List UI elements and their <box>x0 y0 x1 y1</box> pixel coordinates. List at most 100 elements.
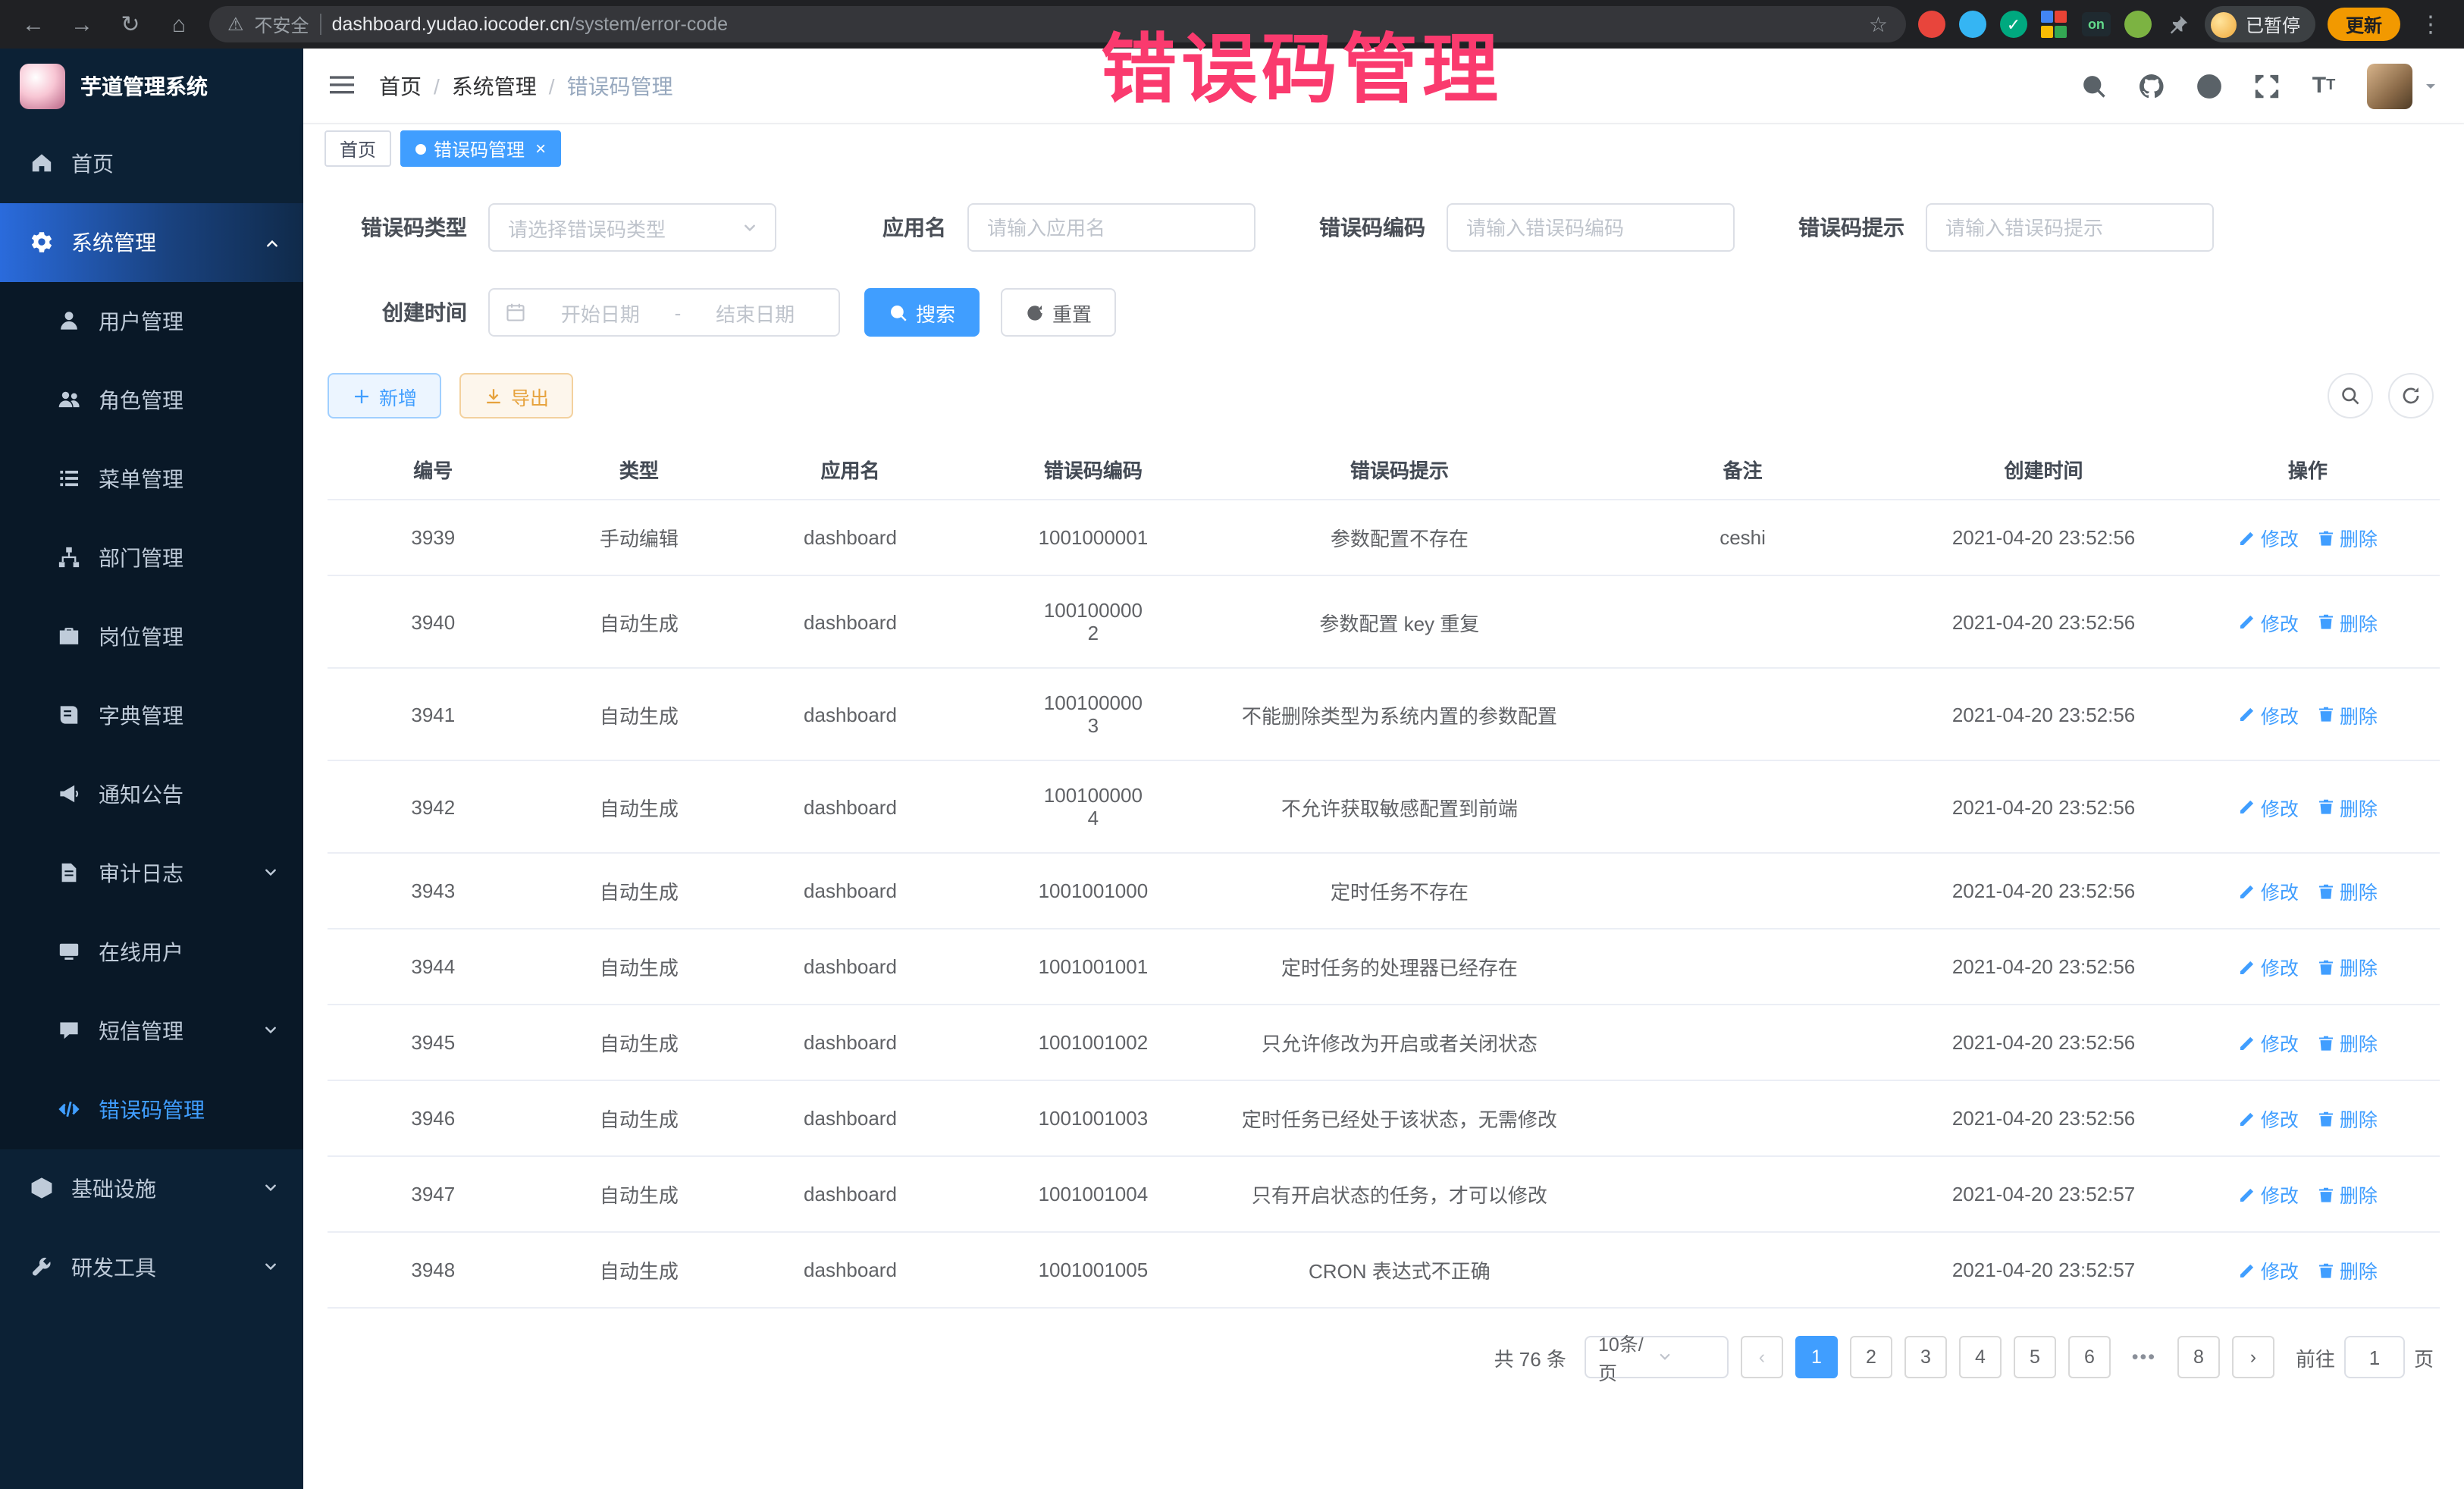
page-size-select[interactable]: 10条/页 <box>1585 1336 1729 1378</box>
back-icon[interactable]: ← <box>15 11 52 37</box>
page-button-8[interactable]: 8 <box>2177 1336 2220 1378</box>
pin-extension-icon[interactable] <box>2165 11 2193 38</box>
collapse-sidebar-icon[interactable] <box>328 72 358 99</box>
sidebar-item-book[interactable]: 字典管理 <box>0 676 303 755</box>
table-row: 3942自动生成dashboard100100000 4不允许获取敏感配置到前端… <box>328 760 2440 853</box>
fullscreen-icon[interactable] <box>2252 71 2281 100</box>
search-icon[interactable] <box>2079 71 2108 100</box>
sidebar: 芋道管理系统 首页系统管理用户管理角色管理菜单管理部门管理岗位管理字典管理通知公… <box>0 49 303 1489</box>
edit-link[interactable]: 修改 <box>2238 1104 2299 1133</box>
close-icon[interactable]: × <box>535 138 546 159</box>
edit-link[interactable]: 修改 <box>2238 1255 2299 1284</box>
date-range-picker[interactable]: 开始日期 - 结束日期 <box>488 288 840 337</box>
toggle-search-button[interactable] <box>2328 373 2373 418</box>
forward-icon[interactable]: → <box>64 11 100 37</box>
leaf-extension-icon[interactable] <box>2124 11 2152 38</box>
page-button-6[interactable]: 6 <box>2068 1336 2111 1378</box>
address-bar[interactable]: ⚠ 不安全 dashboard.yudao.iocoder.cn/system/… <box>209 6 1906 42</box>
browser-home-icon[interactable]: ⌂ <box>161 11 197 37</box>
delete-link[interactable]: 删除 <box>2317 876 2378 905</box>
goto-page-input[interactable] <box>2344 1336 2405 1378</box>
trash-icon <box>2317 1109 2335 1127</box>
page-button-1[interactable]: 1 <box>1795 1336 1838 1378</box>
sidebar-item-tree[interactable]: 部门管理 <box>0 519 303 597</box>
record-extension-icon[interactable] <box>1918 11 1945 38</box>
edit-link[interactable]: 修改 <box>2238 607 2299 636</box>
apps-grid-extension-icon[interactable] <box>2041 11 2068 38</box>
app-name-input[interactable] <box>967 203 1256 252</box>
cell-type: 自动生成 <box>539 1080 740 1156</box>
pagination-next-button[interactable]: › <box>2232 1336 2274 1378</box>
cell-ops: 修改删除 <box>2176 575 2440 668</box>
page-button-5[interactable]: 5 <box>2014 1336 2056 1378</box>
edit-link[interactable]: 修改 <box>2238 700 2299 729</box>
update-button[interactable]: 更新 <box>2328 8 2400 41</box>
delete-link[interactable]: 删除 <box>2317 1180 2378 1208</box>
user-menu[interactable] <box>2367 63 2440 108</box>
delete-link[interactable]: 删除 <box>2317 1104 2378 1133</box>
home-icon <box>30 152 55 176</box>
chevron-down-icon <box>740 218 760 237</box>
delete-link[interactable]: 删除 <box>2317 1028 2378 1057</box>
sidebar-item-list[interactable]: 菜单管理 <box>0 440 303 519</box>
tag-1[interactable]: 首页 <box>324 130 391 167</box>
vpn-on-extension-icon[interactable]: on <box>2082 12 2111 36</box>
edit-link[interactable]: 修改 <box>2238 1180 2299 1208</box>
delete-link[interactable]: 删除 <box>2317 1255 2378 1284</box>
sidebar-item-box[interactable]: 基础设施 <box>0 1149 303 1228</box>
error-code-input[interactable] <box>1447 203 1735 252</box>
breadcrumb-item[interactable]: 系统管理 <box>452 71 537 101</box>
active-dot <box>415 143 426 154</box>
pagination-ellipsis[interactable]: ••• <box>2123 1336 2165 1378</box>
drop-extension-icon[interactable] <box>1959 11 1986 38</box>
edit-link[interactable]: 修改 <box>2238 523 2299 552</box>
cell-created: 2021-04-20 23:52:56 <box>1911 929 2175 1005</box>
sidebar-item-message[interactable]: 短信管理 <box>0 992 303 1071</box>
sidebar-item-monitor[interactable]: 在线用户 <box>0 913 303 992</box>
security-label: 不安全 <box>255 11 309 37</box>
delete-link[interactable]: 删除 <box>2317 523 2378 552</box>
refresh-table-button[interactable] <box>2388 373 2434 418</box>
font-size-icon[interactable]: TT <box>2309 71 2338 100</box>
browser-menu-dots-icon[interactable]: ⋮ <box>2412 11 2449 38</box>
cell-remark <box>1574 1232 1912 1308</box>
reset-button[interactable]: 重置 <box>1001 288 1116 337</box>
sidebar-item-document[interactable]: 审计日志 <box>0 834 303 913</box>
page-button-2[interactable]: 2 <box>1850 1336 1892 1378</box>
error-type-select[interactable]: 请选择错误码类型 <box>488 203 776 252</box>
delete-link[interactable]: 删除 <box>2317 792 2378 821</box>
tag-2[interactable]: 错误码管理× <box>400 130 561 167</box>
delete-link[interactable]: 删除 <box>2317 607 2378 636</box>
pagination-prev-button[interactable]: ‹ <box>1741 1336 1783 1378</box>
reload-icon[interactable]: ↻ <box>112 11 149 38</box>
edit-link[interactable]: 修改 <box>2238 792 2299 821</box>
sidebar-item-code[interactable]: 错误码管理 <box>0 1071 303 1149</box>
sidebar-item-megaphone[interactable]: 通知公告 <box>0 755 303 834</box>
bookmark-star-icon[interactable]: ☆ <box>1869 11 1888 37</box>
page-button-3[interactable]: 3 <box>1904 1336 1947 1378</box>
page-button-4[interactable]: 4 <box>1959 1336 2002 1378</box>
app-logo-row[interactable]: 芋道管理系统 <box>0 49 303 124</box>
sidebar-item-home[interactable]: 首页 <box>0 124 303 203</box>
sidebar-item-briefcase[interactable]: 岗位管理 <box>0 597 303 676</box>
sidebar-item-user[interactable]: 用户管理 <box>0 282 303 361</box>
sidebar-item-users[interactable]: 角色管理 <box>0 361 303 440</box>
add-button[interactable]: 新增 <box>328 373 441 418</box>
export-button[interactable]: 导出 <box>459 373 573 418</box>
check-extension-icon[interactable]: ✓ <box>2000 11 2027 38</box>
profile-badge[interactable]: 已暂停 <box>2205 6 2315 42</box>
edit-link[interactable]: 修改 <box>2238 952 2299 981</box>
question-icon[interactable] <box>2194 71 2223 100</box>
delete-link[interactable]: 删除 <box>2317 952 2378 981</box>
breadcrumb-item[interactable]: 首页 <box>379 71 422 101</box>
github-icon[interactable] <box>2136 71 2165 100</box>
edit-link[interactable]: 修改 <box>2238 1028 2299 1057</box>
cell-type: 自动生成 <box>539 760 740 853</box>
edit-link[interactable]: 修改 <box>2238 876 2299 905</box>
sidebar-item-wrench[interactable]: 研发工具 <box>0 1228 303 1307</box>
cell-hint: 定时任务不存在 <box>1225 853 1574 929</box>
search-button[interactable]: 搜索 <box>864 288 980 337</box>
error-hint-input[interactable] <box>1926 203 2214 252</box>
delete-link[interactable]: 删除 <box>2317 700 2378 729</box>
sidebar-item-gear[interactable]: 系统管理 <box>0 203 303 282</box>
